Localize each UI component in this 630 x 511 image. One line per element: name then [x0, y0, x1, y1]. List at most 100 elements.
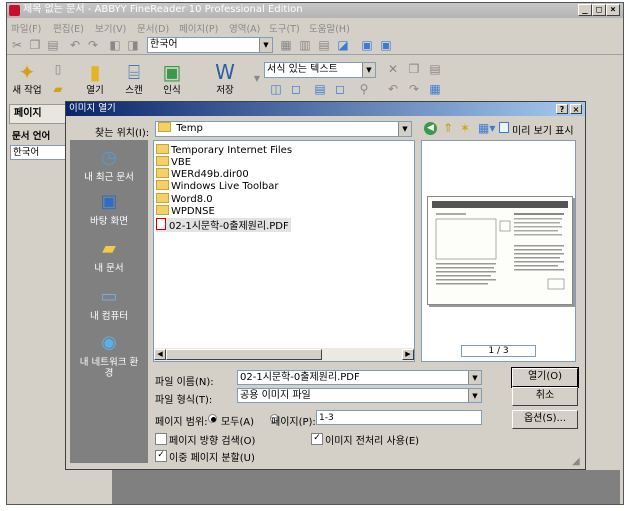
search-icon[interactable]: ⚲	[357, 82, 371, 96]
dialog-close-button[interactable]: ×	[570, 104, 582, 114]
image-pane-icon[interactable]: ◻	[333, 82, 347, 96]
layout-icon[interactable]: ▥	[298, 38, 312, 52]
back-icon[interactable]: ◀	[424, 122, 437, 135]
undo-icon[interactable]: ↶	[68, 38, 82, 52]
redo-icon[interactable]: ↷	[86, 38, 100, 52]
menu-file[interactable]: 파일(F)	[11, 21, 41, 35]
undo-icon[interactable]: ↶	[386, 82, 400, 96]
chevron-down-icon[interactable]: ▼	[259, 38, 272, 52]
list-item-selected[interactable]: 02-1시문학-0출제원리.PDF	[156, 218, 291, 232]
list-item[interactable]: Windows Live Toolbar	[156, 180, 278, 192]
split-pages-checkbox[interactable]: ✓	[155, 450, 167, 462]
list-item[interactable]: WPDNSE	[156, 205, 215, 217]
next-page-icon[interactable]: ◨	[126, 38, 140, 52]
read-button[interactable]: ▣ 인식	[154, 58, 190, 98]
pages-input[interactable]: 1-3	[316, 410, 482, 425]
paste-icon[interactable]: ▤	[428, 62, 442, 76]
open-button[interactable]: ▮ 열기	[77, 58, 113, 98]
place-network[interactable]: ◉ 내 네트워크 환경	[76, 332, 142, 379]
preprocess-label[interactable]: 이미지 전처리 사용(E)	[325, 432, 419, 447]
save-dropdown-icon[interactable]: ▼	[250, 72, 264, 86]
copy-icon[interactable]: ❐	[28, 38, 42, 52]
window-title: 제목 없는 문서 - ABBYY FineReader 10 Professio…	[23, 4, 303, 15]
pages-tab[interactable]: 페이지	[9, 104, 67, 124]
list-item[interactable]: VBE	[156, 156, 191, 168]
detect-orientation-label[interactable]: 페이지 방향 검색(O)	[169, 432, 255, 447]
scroll-left-icon[interactable]: ◀	[154, 349, 166, 360]
place-my-computer[interactable]: ▭ 내 컴퓨터	[70, 286, 148, 322]
folder-small-icon[interactable]: ▰	[51, 82, 65, 96]
copy-icon[interactable]: ❐	[407, 62, 421, 76]
chevron-down-icon[interactable]: ▼	[468, 371, 481, 384]
preview-icon[interactable]	[499, 122, 509, 133]
menu-view[interactable]: 보기(V)	[95, 21, 126, 35]
look-in-label: 찾는 위치(I):	[95, 128, 150, 139]
prev-page-icon[interactable]: ◧	[108, 38, 122, 52]
page-layout-icon[interactable]: ◫	[269, 82, 283, 96]
redo-icon[interactable]: ↷	[407, 82, 421, 96]
cut-icon[interactable]: ✕	[386, 62, 400, 76]
menu-help[interactable]: 도움말(H)	[309, 21, 350, 35]
save-button[interactable]: W 저장	[207, 58, 243, 98]
list-item[interactable]: Temporary Internet Files	[156, 144, 292, 156]
menu-area[interactable]: 영역(A)	[229, 21, 260, 35]
window-split-icon[interactable]: ▣	[360, 38, 374, 52]
preprocess-checkbox[interactable]: ✓	[311, 433, 323, 445]
chevron-down-icon[interactable]: ▼	[468, 389, 481, 402]
menu-tools[interactable]: 도구(T)	[269, 21, 300, 35]
chevron-down-icon[interactable]: ▼	[362, 63, 375, 77]
menu-document[interactable]: 문서(D)	[137, 21, 169, 35]
place-recent[interactable]: ◷ 내 최근 문서	[70, 147, 148, 183]
chevron-down-icon[interactable]: ▼	[398, 122, 411, 136]
language-combo[interactable]: 한국어 ▼	[147, 37, 273, 53]
maximize-button[interactable]: □	[592, 4, 606, 16]
new-folder-icon[interactable]: ✶	[460, 121, 470, 135]
panel-icon[interactable]: ▣	[379, 38, 393, 52]
range-all-label[interactable]: 모두(A)	[221, 413, 254, 428]
image-view-icon[interactable]: ◪	[336, 38, 350, 52]
menu-page[interactable]: 페이지(P)	[179, 21, 218, 35]
filetype-combo[interactable]: 공용 이미지 파일 ▼	[237, 388, 482, 403]
menu-edit[interactable]: 편집(E)	[53, 21, 84, 35]
place-my-documents[interactable]: ▰ 내 문서	[70, 238, 148, 274]
help-button[interactable]: ?	[556, 104, 568, 114]
options-button[interactable]: 옵션(S)...	[512, 410, 578, 429]
text-pane-icon[interactable]: ▤	[313, 82, 327, 96]
list-item[interactable]: Word8.0	[156, 193, 213, 205]
page-view-icon[interactable]: ◻	[289, 82, 303, 96]
page-indicator[interactable]: 1 / 3	[461, 345, 536, 357]
list-item[interactable]: WERd49b.dir00	[156, 168, 249, 180]
zoom-icon[interactable]: ▦	[279, 38, 293, 52]
minimize-button[interactable]: _	[578, 4, 592, 16]
filename-field[interactable]: 02-1시문학-0출제원리.PDF ▼	[237, 370, 482, 385]
place-desktop[interactable]: ▣ 바탕 화면	[70, 191, 148, 227]
doc-language-field[interactable]: 한국어	[10, 145, 68, 160]
close-button[interactable]: ×	[606, 4, 620, 16]
filename-label: 파일 이름(N):	[155, 377, 214, 388]
range-all-radio[interactable]	[208, 414, 217, 423]
image-edit-icon[interactable]: ▦	[428, 82, 442, 96]
filetype-value: 공용 이미지 파일	[240, 390, 311, 401]
scroll-right-icon[interactable]: ▶	[402, 349, 414, 360]
scan-button[interactable]: ⌸ 스캔	[116, 58, 152, 98]
range-pages-label[interactable]: 페이지(P):	[271, 413, 316, 428]
scroll-thumb[interactable]	[166, 349, 322, 360]
format-combo[interactable]: 서식 있는 텍스트 ▼	[264, 62, 376, 78]
preview-toggle[interactable]: 미리 보기 표시	[512, 122, 574, 137]
detect-orientation-checkbox[interactable]	[155, 433, 167, 445]
cancel-button[interactable]: 취소	[512, 387, 578, 406]
text-view-icon[interactable]: ▤	[317, 38, 331, 52]
split-pages-label[interactable]: 이중 페이지 분할(U)	[169, 449, 255, 464]
new-task-button[interactable]: ✦ 새 작업	[9, 58, 45, 98]
open-button-dialog[interactable]: 열기(O)	[511, 367, 579, 388]
view-menu-icon[interactable]: ▦▾	[478, 121, 495, 135]
document-area	[112, 470, 620, 504]
open-folder-icon: ▮	[89, 60, 101, 84]
cut-icon[interactable]: ✂	[10, 38, 24, 52]
document-icon[interactable]: ▯	[51, 62, 65, 76]
look-in-combo[interactable]: Temp ▼	[155, 121, 412, 137]
resize-grip-icon[interactable]: ◢	[572, 456, 584, 468]
up-folder-icon[interactable]: ⇑	[443, 121, 453, 135]
file-name: 02-1시문학-0출제원리.PDF	[169, 221, 289, 232]
paste-icon[interactable]: ▤	[46, 38, 60, 52]
